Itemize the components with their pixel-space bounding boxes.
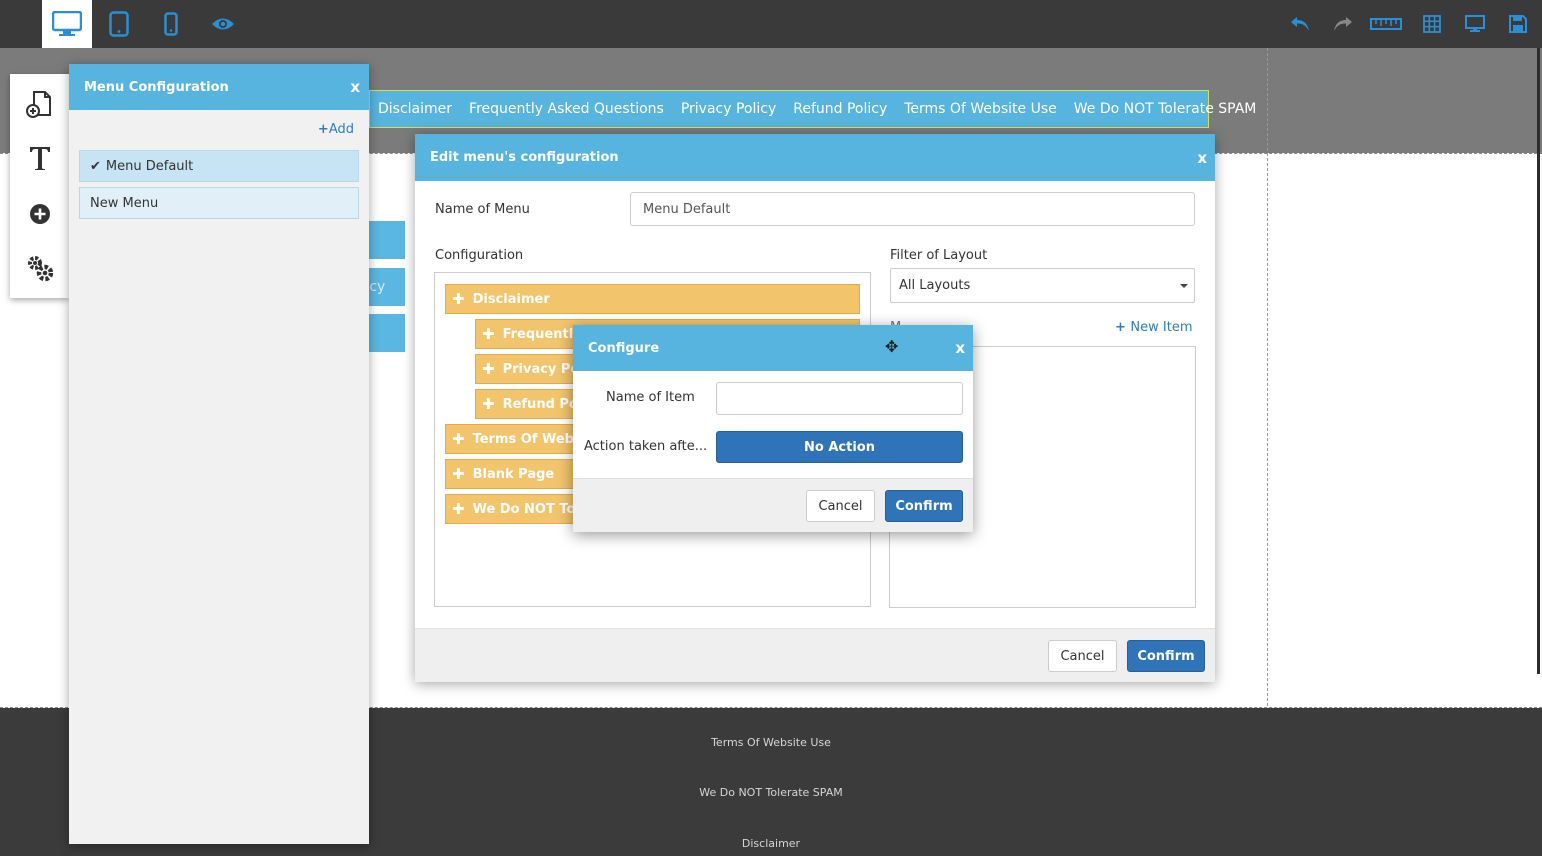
redo-button[interactable] (1328, 8, 1358, 40)
ruler-icon (1370, 18, 1402, 30)
new-item-button[interactable]: + New Item (1115, 320, 1193, 335)
new-item-label: New Item (1130, 320, 1193, 335)
site-navigation[interactable]: Disclaimer Frequently Asked Questions Pr… (369, 90, 1256, 128)
page-button[interactable]: e (369, 221, 405, 259)
dialog-header: Edit menu's configuration x (415, 134, 1215, 181)
close-button[interactable]: x (955, 339, 965, 357)
tablet-view-button[interactable] (94, 0, 144, 48)
panel-header: Menu Configuration x (69, 64, 369, 110)
add-element-button[interactable] (10, 194, 69, 234)
move-cursor-icon: ✥ (885, 337, 899, 356)
mobile-view-button[interactable] (146, 0, 196, 48)
chevron-down-icon (1180, 284, 1188, 288)
menu-name-label: Name of Menu (435, 202, 530, 217)
page-button[interactable]: olicy (369, 268, 405, 306)
move-icon: ✚ (482, 360, 495, 378)
mobile-icon (164, 12, 178, 36)
move-icon: ✚ (482, 325, 495, 343)
menu-list-item[interactable]: New Menu (79, 187, 359, 219)
tree-item-label: Disclaimer (472, 291, 550, 307)
nav-item[interactable]: We Do NOT Tolerate SPAM (1066, 101, 1266, 117)
move-icon: ✚ (452, 465, 465, 483)
nav-item[interactable]: Frequently Asked Questions (461, 101, 673, 117)
plus-icon: + (317, 122, 329, 137)
menu-name-input[interactable]: Menu Default (630, 192, 1195, 226)
nav-item[interactable]: Refund Policy (785, 101, 896, 117)
undo-button[interactable] (1285, 8, 1315, 40)
menu-list-label: New Menu (90, 195, 159, 211)
configuration-label: Configuration (435, 248, 524, 263)
eye-icon (212, 18, 234, 30)
ruler-button[interactable] (1369, 8, 1403, 40)
dialog-header[interactable]: Configure ✥ x (573, 325, 973, 371)
dialog-footer: Cancel Confirm (415, 628, 1215, 682)
close-button[interactable]: x (350, 78, 360, 96)
tool-rail (10, 74, 69, 298)
desktop-view-button[interactable] (42, 0, 92, 48)
tree-item-label: Blank Page (472, 466, 555, 482)
layout-filter-label: Filter of Layout (890, 248, 988, 263)
page-icon (25, 91, 51, 118)
grid-button[interactable] (1417, 8, 1447, 40)
move-icon: ✚ (452, 500, 465, 518)
display-button[interactable] (1460, 8, 1490, 40)
nav-item[interactable]: Disclaimer (370, 101, 461, 117)
layout-filter-select[interactable]: All Layouts (890, 268, 1195, 303)
menu-configuration-panel: Menu Configuration x +Add ✔ Menu Default… (69, 64, 369, 844)
plus-icon: + (1115, 320, 1131, 335)
settings-button[interactable] (10, 248, 69, 288)
top-toolbar (0, 0, 1542, 48)
desktop-icon (52, 11, 82, 36)
cancel-button[interactable]: Cancel (806, 490, 875, 522)
tree-item[interactable]: ✚ Disclaimer (445, 284, 860, 314)
menu-list-item[interactable]: ✔ Menu Default (79, 150, 359, 182)
text-icon (29, 147, 50, 170)
add-menu-button[interactable]: +Add (318, 122, 354, 137)
add-label: Add (328, 122, 354, 137)
add-circle-icon (29, 204, 50, 224)
confirm-button[interactable]: Confirm (885, 490, 963, 522)
tablet-icon (109, 11, 129, 37)
close-button[interactable]: x (1197, 149, 1207, 167)
settings-icon (27, 256, 53, 282)
scrollbar[interactable] (1537, 48, 1540, 674)
dialog-footer: Cancel Confirm (573, 478, 973, 532)
grid-icon (1423, 15, 1441, 33)
page-button[interactable] (369, 314, 405, 352)
item-name-label: Name of Item (606, 390, 695, 405)
layout-filter-value: All Layouts (899, 278, 971, 293)
dialog-title: Configure (588, 340, 660, 356)
cancel-button[interactable]: Cancel (1048, 640, 1117, 672)
move-icon: ✚ (452, 290, 465, 308)
move-icon: ✚ (452, 430, 465, 448)
add-page-button[interactable] (10, 84, 69, 124)
save-icon (1509, 15, 1527, 33)
configure-item-dialog: Configure ✥ x Name of Item Action taken … (573, 325, 973, 532)
save-button[interactable] (1503, 8, 1533, 40)
redo-icon (1334, 17, 1352, 31)
dialog-title: Edit menu's configuration (430, 150, 619, 165)
panel-title: Menu Configuration (84, 79, 229, 95)
text-tool-button[interactable] (10, 138, 69, 178)
undo-icon (1291, 17, 1309, 31)
nav-item[interactable]: Terms Of Website Use (896, 101, 1066, 117)
confirm-button[interactable]: Confirm (1127, 640, 1205, 672)
action-select-button[interactable]: No Action (716, 431, 963, 463)
preview-button[interactable] (198, 0, 248, 48)
item-name-input[interactable] (716, 382, 963, 415)
action-label: Action taken afte... (584, 439, 708, 454)
menu-list-label: Menu Default (105, 158, 194, 174)
move-icon: ✚ (482, 395, 495, 413)
monitor-icon (1465, 15, 1485, 32)
nav-item[interactable]: Privacy Policy (673, 101, 785, 117)
check-icon: ✔ (90, 158, 101, 174)
